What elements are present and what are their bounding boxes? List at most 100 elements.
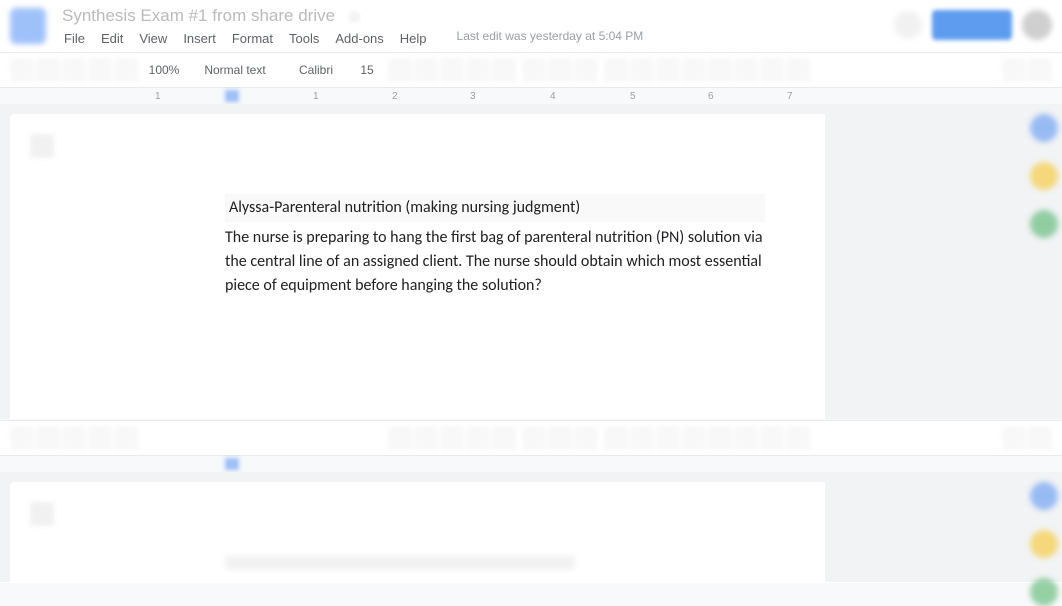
font-family-select[interactable]: Calibri [286, 63, 346, 77]
document-page[interactable]: Alyssa-Parenteral nutrition (making nurs… [165, 114, 825, 419]
editing-mode-icon[interactable] [1002, 426, 1026, 450]
insert-image-icon[interactable] [574, 58, 598, 82]
menu-format[interactable]: Format [226, 29, 279, 48]
document-outline-panel [10, 114, 165, 419]
line-spacing-icon[interactable] [630, 426, 654, 450]
align-icon[interactable] [604, 426, 628, 450]
highlight-icon[interactable] [492, 58, 516, 82]
bold-icon[interactable] [388, 426, 412, 450]
account-avatar[interactable] [1022, 10, 1052, 40]
horizontal-ruler[interactable] [0, 456, 1062, 472]
bulleted-list-icon[interactable] [682, 426, 706, 450]
highlight-icon[interactable] [492, 426, 516, 450]
ruler-mark: 4 [550, 91, 556, 102]
insert-image-icon[interactable] [574, 426, 598, 450]
right-indent-marker-icon[interactable] [798, 458, 812, 470]
document-outline-panel [10, 482, 165, 582]
calendar-side-icon[interactable] [1030, 114, 1058, 142]
checklist-icon[interactable] [656, 58, 680, 82]
ruler-mark: 5 [630, 91, 636, 102]
zoom-select[interactable]: 100% [144, 63, 184, 77]
increase-indent-icon[interactable] [760, 426, 784, 450]
decrease-indent-icon[interactable] [734, 58, 758, 82]
document-page[interactable] [165, 482, 825, 582]
menu-file[interactable]: File [58, 29, 91, 48]
expand-icon[interactable] [1028, 58, 1052, 82]
spellcheck-icon[interactable] [88, 58, 112, 82]
numbered-list-icon[interactable] [708, 426, 732, 450]
calendar-side-icon[interactable] [1030, 482, 1058, 510]
side-panel [1022, 104, 1062, 238]
keep-side-icon[interactable] [1030, 162, 1058, 190]
undo-icon[interactable] [10, 58, 34, 82]
second-document-instance [0, 420, 1062, 583]
redo-icon[interactable] [36, 426, 60, 450]
print-icon[interactable] [62, 426, 86, 450]
keep-side-icon[interactable] [1030, 530, 1058, 558]
redo-icon[interactable] [36, 58, 60, 82]
ruler-mark: 1 [155, 91, 161, 102]
formatting-toolbar [0, 420, 1062, 456]
bulleted-list-icon[interactable] [682, 58, 706, 82]
clear-formatting-icon[interactable] [786, 426, 810, 450]
last-edit-text[interactable]: Last edit was yesterday at 5:04 PM [457, 29, 644, 48]
ruler-mark: 3 [470, 91, 476, 102]
document-title[interactable]: Synthesis Exam #1 from share drive [58, 5, 339, 27]
tasks-side-icon[interactable] [1030, 210, 1058, 238]
add-comment-icon[interactable] [548, 58, 572, 82]
increase-indent-icon[interactable] [760, 58, 784, 82]
blurred-heading-placeholder [225, 556, 575, 570]
align-icon[interactable] [604, 58, 628, 82]
text-color-icon[interactable] [466, 426, 490, 450]
menu-bar: File Edit View Insert Format Tools Add-o… [58, 29, 643, 48]
expand-icon[interactable] [1028, 426, 1052, 450]
paint-format-icon[interactable] [114, 426, 138, 450]
star-icon[interactable]: ☆ [347, 7, 365, 25]
menu-addons[interactable]: Add-ons [329, 29, 389, 48]
link-icon[interactable] [522, 426, 546, 450]
left-indent-marker-icon[interactable] [225, 458, 239, 470]
text-color-icon[interactable] [466, 58, 490, 82]
comment-history-icon[interactable] [894, 11, 922, 39]
ruler-mark: 6 [708, 91, 714, 102]
decrease-indent-icon[interactable] [734, 426, 758, 450]
bold-icon[interactable] [388, 58, 412, 82]
undo-icon[interactable] [10, 426, 34, 450]
font-size-input[interactable]: 15 [352, 63, 382, 77]
underline-icon[interactable] [440, 58, 464, 82]
menu-help[interactable]: Help [394, 29, 433, 48]
docs-logo-icon[interactable] [10, 8, 46, 44]
document-body-text[interactable]: The nurse is preparing to hang the first… [225, 226, 765, 298]
clear-formatting-icon[interactable] [786, 58, 810, 82]
text-style-select[interactable]: Normal text [190, 63, 280, 77]
link-icon[interactable] [522, 58, 546, 82]
underline-icon[interactable] [440, 426, 464, 450]
spellcheck-icon[interactable] [88, 426, 112, 450]
tasks-side-icon[interactable] [1030, 578, 1058, 606]
left-indent-marker-icon[interactable] [225, 90, 239, 102]
header-right [894, 10, 1052, 40]
document-area: Alyssa-Parenteral nutrition (making nurs… [0, 104, 1062, 419]
checklist-icon[interactable] [656, 426, 680, 450]
italic-icon[interactable] [414, 426, 438, 450]
editing-mode-icon[interactable] [1002, 58, 1026, 82]
line-spacing-icon[interactable] [630, 58, 654, 82]
paint-format-icon[interactable] [114, 58, 138, 82]
outline-toggle-icon[interactable] [30, 134, 54, 158]
app-header: Synthesis Exam #1 from share drive ☆ Fil… [0, 0, 1062, 52]
print-icon[interactable] [62, 58, 86, 82]
italic-icon[interactable] [414, 58, 438, 82]
menu-view[interactable]: View [133, 29, 173, 48]
horizontal-ruler[interactable]: 1 1 2 3 4 5 6 7 [0, 88, 1062, 104]
add-comment-icon[interactable] [548, 426, 572, 450]
numbered-list-icon[interactable] [708, 58, 732, 82]
menu-insert[interactable]: Insert [177, 29, 222, 48]
share-button[interactable] [932, 10, 1012, 40]
menu-tools[interactable]: Tools [283, 29, 325, 48]
menu-edit[interactable]: Edit [95, 29, 129, 48]
right-indent-marker-icon[interactable] [798, 90, 812, 102]
ruler-mark: 7 [787, 91, 793, 102]
document-heading[interactable]: Alyssa-Parenteral nutrition (making nurs… [225, 194, 765, 222]
ruler-mark: 2 [392, 91, 398, 102]
outline-toggle-icon[interactable] [30, 502, 54, 526]
